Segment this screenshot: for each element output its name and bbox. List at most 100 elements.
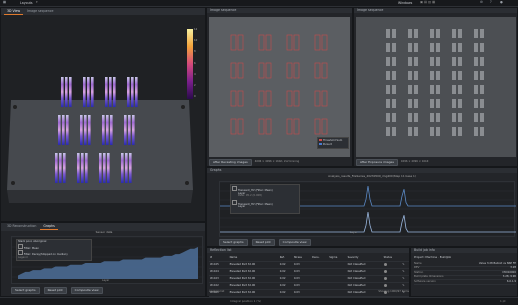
select-graphs-button-2[interactable]: Select graphs [11, 287, 40, 294]
table-cell: #1102 [209, 282, 229, 290]
tab-image-sequence[interactable]: Image sequence [24, 9, 56, 14]
status-dot-icon[interactable] [382, 282, 402, 290]
user-icon[interactable]: ● [500, 0, 503, 4]
settings-icon[interactable]: ⚙ [480, 0, 483, 4]
edit-icon[interactable]: ✎ [401, 268, 409, 276]
table-row[interactable]: #1104 Elevated Part 32.00 0.02 0.03 Not Clas… [209, 268, 409, 276]
image-sequence-1-footer: After Recasting images 4096 × 4096 × 16b… [209, 159, 350, 166]
image-sequence-1-view[interactable]: Threshold Sum Pursuit [209, 17, 350, 157]
legend-swatch-blue [319, 142, 322, 145]
legend-label: Threshold Sum [322, 139, 343, 142]
part-outline [230, 118, 237, 135]
part-section [386, 29, 390, 38]
part-column [65, 77, 68, 107]
part-section [386, 85, 390, 94]
view3d-canvas[interactable]: 12 10 8 6 4 2 0 [1, 15, 205, 221]
analysis-list-label[interactable]: Analysis list [209, 290, 224, 296]
layer-image-1 [230, 34, 328, 135]
legend-checkbox[interactable] [232, 186, 237, 191]
part-column [128, 115, 131, 145]
status-bar: Integral position 1 (%) 1 pt [0, 297, 518, 305]
part-outline [321, 90, 328, 107]
part-section [408, 29, 412, 38]
table-row[interactable]: #1105 Elevated Part 32.00 0.02 0.03 Not Clas… [209, 261, 409, 269]
table-cell: Not Classified [346, 282, 383, 290]
select-graphs-button[interactable]: Select graphs [219, 239, 248, 246]
property-value: Value 3:28 Balloid vs NSE FE [478, 261, 516, 265]
part-section [480, 57, 484, 66]
part-section [414, 43, 418, 52]
build-job-header: Build job info [411, 248, 517, 254]
tab-graphs[interactable]: Graphs [40, 224, 58, 231]
graph-main-buttons: Select graphs Reset plot Composite view [219, 239, 311, 246]
part-outline [293, 118, 300, 135]
table-row[interactable]: #1102 Elevated Part 32.00 0.02 0.03 Not Clas… [209, 282, 409, 290]
filter-dropdown-2[interactable]: After Exposure images [356, 159, 398, 166]
edit-icon[interactable]: ✎ [401, 275, 409, 283]
part-section [436, 99, 440, 108]
part-outline [321, 118, 328, 135]
part-column [58, 115, 61, 145]
part-section [452, 57, 456, 66]
part-column [135, 77, 138, 107]
property-row: Software version 6.0.1.9 [414, 280, 516, 285]
part-section [452, 99, 456, 108]
part-outline [237, 90, 244, 107]
legend-checkbox[interactable] [18, 250, 23, 256]
part-column [83, 77, 86, 107]
legend-checkbox[interactable] [232, 199, 237, 205]
table-cell: 0.02 [278, 261, 293, 269]
property-key: Station [414, 270, 424, 274]
part-section [480, 99, 484, 108]
part-section [436, 29, 440, 38]
plate-bolt-icon [185, 181, 189, 185]
part-column [88, 115, 91, 145]
part-section [392, 99, 396, 108]
table-cell [328, 261, 347, 269]
part-outline [314, 34, 321, 51]
part-column [81, 153, 84, 183]
filter-dropdown[interactable]: After Recasting images [209, 159, 252, 166]
windows-icons[interactable]: ▣ ▤ ▥ ▦ [420, 0, 435, 4]
graph-bottom-plot[interactable]: Stack pool, Aboriginal Filter: Mean Filt… [11, 236, 204, 284]
status-dot-icon[interactable] [382, 275, 402, 283]
edit-icon[interactable]: ✎ [401, 261, 409, 269]
part-outline [321, 34, 328, 51]
tab-3d-reconstruction[interactable]: 3D Reconstruction [4, 224, 39, 229]
part-section [474, 57, 478, 66]
windows-menu[interactable]: Windows [398, 1, 412, 5]
legend-checkbox[interactable] [18, 243, 23, 249]
legend-label: Filter: Decay(Stopped on median) [23, 253, 68, 257]
part-outline [265, 62, 272, 79]
part-column [99, 153, 102, 183]
part-outline [230, 90, 237, 107]
table-cell: #1104 [209, 268, 229, 276]
part-column [63, 153, 66, 183]
composite-view-button-2[interactable]: Composite view [70, 287, 103, 294]
status-dot-icon[interactable] [382, 268, 402, 276]
part-section [474, 43, 478, 52]
image-sequence-1-panel: Image sequence Threshold Sum Pursuit Aft… [206, 7, 353, 167]
status-dot-icon[interactable] [382, 261, 402, 269]
part-section [392, 43, 396, 52]
reset-plot-button[interactable]: Reset plot [251, 239, 275, 246]
composite-view-button[interactable]: Composite view [278, 239, 311, 246]
edit-icon[interactable]: ✎ [401, 282, 409, 290]
image-sequence-2-view[interactable] [356, 17, 516, 157]
layouts-chevron-icon[interactable]: ▾ [36, 0, 38, 4]
part-section [430, 113, 434, 122]
part-section [458, 43, 462, 52]
part-section [474, 85, 478, 94]
part-column [107, 153, 110, 183]
reset-plot-button-2[interactable]: Reset plot [43, 287, 67, 294]
part-section [474, 113, 478, 122]
part-outline [237, 34, 244, 51]
layouts-menu[interactable]: Layouts [20, 1, 33, 5]
table-row[interactable]: #1103 Elevated Part 32.00 0.02 0.03 Not Clas… [209, 275, 409, 283]
part-section [474, 29, 478, 38]
part-column [105, 77, 108, 107]
graphs-main-panel: Graphs Analysis_results_FileSeries_20230… [206, 167, 518, 247]
help-icon[interactable]: ? [490, 0, 492, 4]
graph-main-plot[interactable]: Transient_HV (Filter: Mean) Layer Peak: … [219, 181, 516, 237]
part-outline [314, 118, 321, 135]
